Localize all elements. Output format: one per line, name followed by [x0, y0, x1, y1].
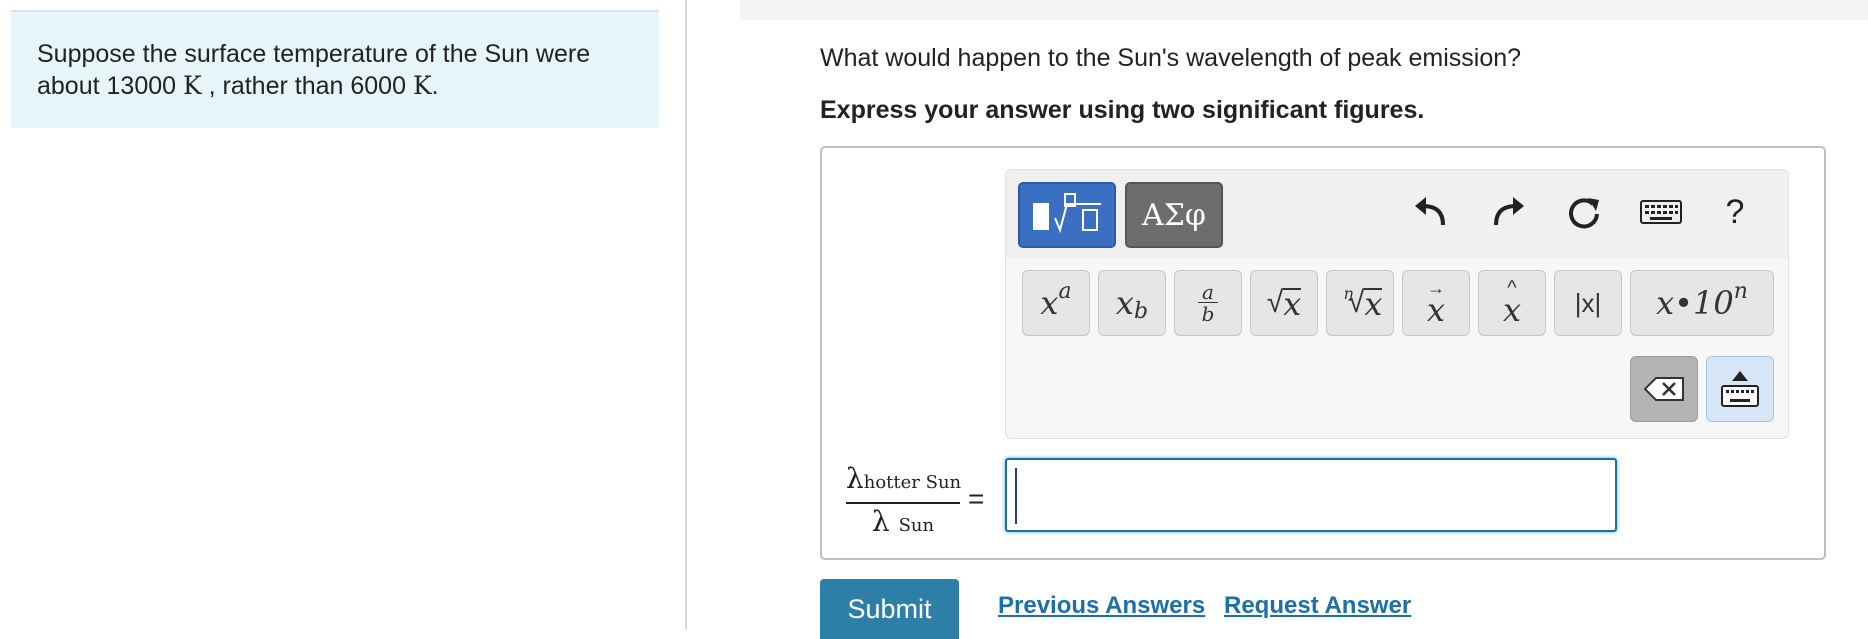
keyboard-icon[interactable]	[1636, 186, 1686, 238]
request-answer-link[interactable]: Request Answer	[1224, 592, 1411, 620]
hat-key[interactable]: ^ x	[1478, 270, 1546, 336]
nthroot-index: n	[1343, 283, 1354, 303]
hat-base: x	[1502, 291, 1522, 329]
tab-templates[interactable]	[1018, 182, 1116, 248]
subscript-key[interactable]: xb	[1098, 270, 1166, 336]
fraction-num: a	[1198, 282, 1218, 303]
fraction-den: b	[1201, 301, 1215, 326]
abs-key[interactable]: |x|	[1554, 270, 1622, 336]
help-icon[interactable]: ?	[1710, 186, 1760, 238]
nthroot-key[interactable]: n √ x	[1326, 270, 1394, 336]
numerator-subscript: hotter Sun	[863, 472, 962, 493]
text-cursor	[1015, 468, 1017, 524]
redo-icon[interactable]	[1483, 186, 1533, 238]
lambda-symbol: λ	[871, 505, 890, 538]
math-toolbar: ΑΣφ ? xa xb a b √ x n √ x → x ^ x |x| x•10 n	[1005, 169, 1789, 439]
problem-statement: Suppose the surface temperature of the S…	[37, 38, 637, 102]
superscript-exp: a	[1058, 278, 1072, 304]
sqrt-key[interactable]: √ x	[1250, 270, 1318, 336]
sci-exp: n	[1733, 278, 1748, 304]
abs-label: |x|	[1574, 287, 1602, 318]
backspace-icon	[1644, 377, 1684, 401]
superscript-base: x	[1040, 284, 1059, 322]
lambda-symbol: λ	[846, 462, 864, 495]
sqrt-radicand: x	[1283, 285, 1302, 323]
undo-icon[interactable]	[1406, 186, 1456, 238]
answer-input[interactable]	[1005, 458, 1617, 532]
problem-line-1: Suppose the surface temperature of the S…	[37, 40, 591, 68]
sci-notation-key[interactable]: x•10 n	[1630, 270, 1774, 336]
answer-label-fraction: λhotter Sun λ Sun	[846, 462, 962, 544]
fraction-numerator: λhotter Sun	[846, 462, 962, 504]
problem-panel: Suppose the surface temperature of the S…	[11, 10, 659, 128]
superscript-key[interactable]: xa	[1022, 270, 1090, 336]
subscript-sub: b	[1133, 298, 1149, 324]
previous-answers-link[interactable]: Previous Answers	[998, 592, 1205, 620]
submit-button[interactable]: Submit	[820, 579, 959, 639]
fraction-denominator: λ Sun	[846, 504, 960, 544]
tab-symbols[interactable]: ΑΣφ	[1125, 182, 1223, 248]
sci-label: x•10	[1656, 284, 1734, 322]
equals-sign: =	[968, 483, 985, 514]
fraction-key[interactable]: a b	[1174, 270, 1242, 336]
caret-up-icon	[1732, 371, 1748, 381]
backspace-key[interactable]	[1630, 356, 1698, 422]
nthroot-radicand: x	[1364, 285, 1383, 323]
sqrt-icon: √	[1266, 286, 1284, 319]
panel-divider	[685, 0, 687, 630]
top-bar	[740, 0, 1868, 20]
denominator-subscript: Sun	[898, 515, 935, 536]
problem-temp-normal: , rather than 6000	[201, 72, 413, 100]
problem-temp-hot: about 13000	[37, 72, 183, 100]
unit-kelvin: K	[182, 71, 202, 100]
reset-icon[interactable]	[1559, 186, 1609, 238]
keyboard-icon	[1721, 385, 1759, 407]
subscript-base: x	[1115, 284, 1134, 322]
instruction-text: Express your answer using two significan…	[820, 96, 1425, 124]
templates-icon	[1027, 188, 1107, 243]
vector-key[interactable]: → x	[1402, 270, 1470, 336]
unit-kelvin: K	[412, 71, 432, 100]
problem-period: .	[431, 72, 439, 100]
vector-base: x	[1426, 291, 1446, 329]
show-keyboard-key[interactable]	[1706, 356, 1774, 422]
question-text: What would happen to the Sun's wavelengt…	[820, 44, 1522, 72]
